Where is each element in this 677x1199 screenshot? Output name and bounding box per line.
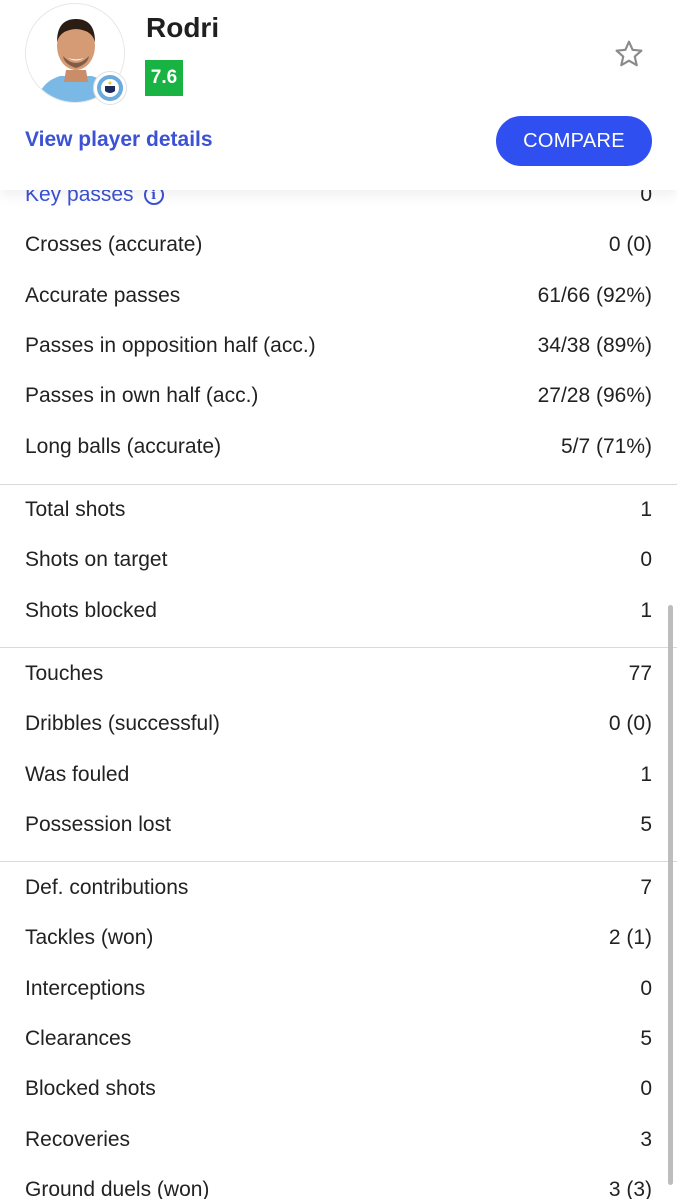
stat-label: Possession lost xyxy=(25,813,171,836)
stat-row: Was fouled 1 xyxy=(0,750,677,800)
star-outline-icon xyxy=(615,40,643,67)
stat-value: 0 xyxy=(640,977,652,1000)
scrollbar-thumb[interactable] xyxy=(668,605,673,1185)
stat-row: Crosses (accurate) 0 (0) xyxy=(0,220,677,270)
stat-value: 1 xyxy=(640,763,652,786)
stat-label: Crosses (accurate) xyxy=(25,233,203,256)
stat-value: 3 xyxy=(640,1128,652,1151)
stat-label: Accurate passes xyxy=(25,284,181,307)
stat-value: 0 (0) xyxy=(608,712,652,735)
player-rating-badge: 7.6 xyxy=(145,60,183,96)
stat-value: 27/28 (96%) xyxy=(537,384,652,407)
stat-label: Clearances xyxy=(25,1027,132,1050)
club-badge xyxy=(93,71,127,105)
stat-label: Passes in own half (acc.) xyxy=(25,384,259,407)
stat-label: Blocked shots xyxy=(25,1077,156,1100)
stat-row: Clearances 5 xyxy=(0,1014,677,1064)
stat-value: 5 xyxy=(640,813,652,836)
stat-label: Tackles (won) xyxy=(25,926,154,949)
stat-value: 5 xyxy=(640,1027,652,1050)
compare-button[interactable]: COMPARE xyxy=(496,116,652,166)
stat-row: Shots on target 0 xyxy=(0,535,677,585)
stat-row: Shots blocked 1 xyxy=(0,586,677,636)
stat-value: 5/7 (71%) xyxy=(560,435,652,458)
player-name: Rodri xyxy=(146,12,220,43)
section-divider xyxy=(0,861,677,862)
player-stats-page: Rodri 7.6 View player details COMPARE Ke… xyxy=(0,0,677,1199)
stat-value: 7 xyxy=(640,876,652,899)
stat-row: Dribbles (successful) 0 (0) xyxy=(0,699,677,749)
stat-label: Was fouled xyxy=(25,763,130,786)
stat-label: Dribbles (successful) xyxy=(25,712,220,735)
stat-row: Accurate passes 61/66 (92%) xyxy=(0,271,677,321)
stat-row: Passes in own half (acc.) 27/28 (96%) xyxy=(0,371,677,421)
stat-label: Touches xyxy=(25,662,104,685)
stat-row: Blocked shots 0 xyxy=(0,1064,677,1114)
stat-row: Tackles (won) 2 (1) xyxy=(0,913,677,963)
stat-value: 2 (1) xyxy=(608,926,652,949)
stat-label: Passes in opposition half (acc.) xyxy=(25,334,316,357)
stat-label: Long balls (accurate) xyxy=(25,435,222,458)
stat-label: Shots on target xyxy=(25,548,168,571)
stat-row: Long balls (accurate) 5/7 (71%) xyxy=(0,422,677,472)
view-player-details-link[interactable]: View player details xyxy=(25,128,213,152)
stat-row: Ground duels (won) 3 (3) xyxy=(0,1165,677,1199)
manchester-city-badge-icon xyxy=(97,75,123,101)
stat-value: 0 (0) xyxy=(608,233,652,256)
stat-row: Interceptions 0 xyxy=(0,964,677,1014)
stat-value: 34/38 (89%) xyxy=(537,334,652,357)
stat-label: Interceptions xyxy=(25,977,146,1000)
stat-value: 77 xyxy=(628,662,652,685)
stat-label: Ground duels (won) xyxy=(25,1178,210,1199)
stat-label: Recoveries xyxy=(25,1128,131,1151)
stat-row: Total shots 1 xyxy=(0,485,677,535)
stat-row: Passes in opposition half (acc.) 34/38 (… xyxy=(0,321,677,371)
stat-value: 0 xyxy=(640,1077,652,1100)
section-divider xyxy=(0,647,677,648)
stat-row: Def. contributions 7 xyxy=(0,863,677,913)
stat-value: 1 xyxy=(640,599,652,622)
stat-label: Shots blocked xyxy=(25,599,157,622)
favorite-button[interactable] xyxy=(611,36,647,72)
stat-row: Recoveries 3 xyxy=(0,1115,677,1165)
stat-value: 0 xyxy=(640,548,652,571)
stat-row: Possession lost 5 xyxy=(0,800,677,850)
stat-value: 3 (3) xyxy=(608,1178,652,1199)
player-header: Rodri 7.6 View player details COMPARE xyxy=(0,0,677,190)
stat-row: Touches 77 xyxy=(0,649,677,699)
stat-value: 61/66 (92%) xyxy=(537,284,652,307)
stat-label: Total shots xyxy=(25,498,126,521)
stat-value: 1 xyxy=(640,498,652,521)
stat-label: Def. contributions xyxy=(25,876,189,899)
